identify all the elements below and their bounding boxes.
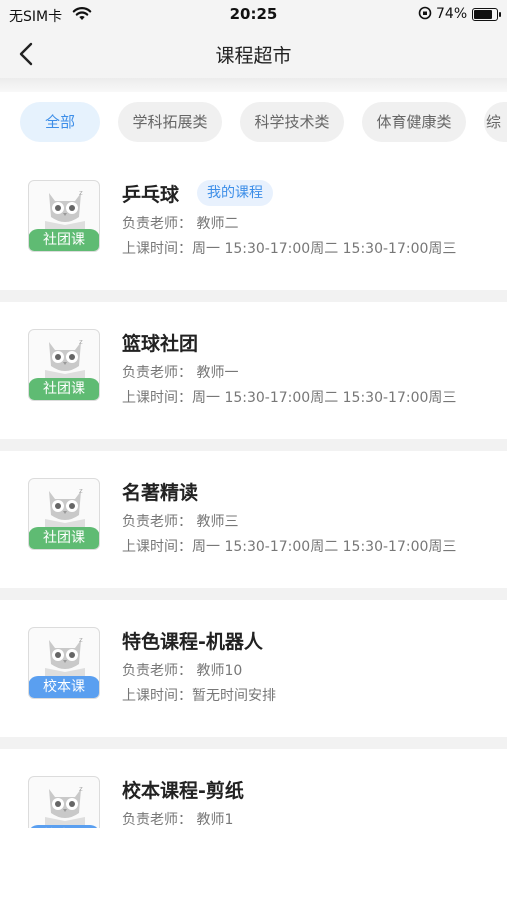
course-thumbnail: z 校本课 (28, 627, 100, 699)
teacher-label: 负责老师： (122, 514, 192, 530)
schedule-label: 上课时间： (122, 539, 192, 555)
course-name: 篮球社团 (122, 333, 199, 355)
course-card[interactable]: z 校本课 特色课程-机器人 负责老师： 教师10 上课时间：暂无时间安排 (0, 605, 507, 737)
tab-all[interactable]: 全部 (20, 102, 100, 142)
course-schedule: 上课时间：周一 15:30-17:00周二 15:30-17:00周三 (122, 387, 502, 407)
course-type-tag: 社团课 (29, 527, 99, 549)
tab-comprehensive[interactable]: 综 (484, 102, 507, 142)
course-teacher: 负责老师： 教师一 (122, 362, 238, 382)
teacher-name: 教师三 (196, 514, 239, 530)
course-thumbnail: z 社团课 (28, 478, 100, 550)
course-schedule: 上课时间：周一 15:30-17:00周二 15:30-17:00周三 (122, 536, 502, 556)
schedule-value: 周一 15:30-17:00周二 15:30-17:00周三 (192, 539, 457, 555)
battery-level (474, 10, 492, 19)
teacher-label: 负责老师： (122, 812, 192, 828)
card-separator (0, 737, 507, 749)
course-name: 乒乓球 (122, 184, 180, 206)
card-separator (0, 588, 507, 600)
teacher-name: 教师一 (196, 365, 239, 381)
list-bottom-area (0, 828, 507, 900)
nav-bar: 课程超市 (0, 30, 507, 78)
course-name: 特色课程-机器人 (122, 631, 263, 653)
card-separator (0, 290, 507, 302)
tab-science-technology[interactable]: 科学技术类 (240, 102, 344, 142)
course-schedule: 上课时间：周一 15:30-17:00周二 15:30-17:00周三 (122, 238, 502, 258)
teacher-label: 负责老师： (122, 365, 192, 381)
tab-sports-health[interactable]: 体育健康类 (362, 102, 466, 142)
schedule-label: 上课时间： (122, 241, 192, 257)
category-tabs: 全部 学科拓展类 科学技术类 体育健康类 综 (0, 92, 507, 154)
teacher-name: 教师10 (196, 663, 243, 679)
battery-percent: 74% (436, 6, 468, 22)
course-card[interactable]: z 社团课 名著精读 负责老师： 教师三 上课时间：周一 15:30-17:00周二 … (0, 456, 507, 588)
course-name: 校本课程-剪纸 (122, 780, 244, 802)
orientation-lock-icon (418, 6, 432, 23)
course-teacher: 负责老师： 教师三 (122, 511, 238, 531)
status-bar: 无SIM卡 20:25 74% (0, 0, 507, 30)
teacher-label: 负责老师： (122, 216, 192, 232)
schedule-value: 暂无时间安排 (192, 688, 276, 704)
battery-icon (472, 8, 501, 21)
course-name: 名著精读 (122, 482, 199, 504)
course-thumbnail: z 社团课 (28, 180, 100, 252)
svg-text:z: z (79, 785, 83, 793)
svg-text:z: z (79, 487, 83, 495)
page-title: 课程超市 (215, 45, 292, 67)
course-type-tag: 社团课 (29, 229, 99, 251)
course-card[interactable]: z 社团课 篮球社团 负责老师： 教师一 上课时间：周一 15:30-17:00周二 … (0, 307, 507, 439)
teacher-name: 教师二 (196, 216, 239, 232)
course-teacher: 负责老师： 教师1 (122, 809, 233, 829)
course-thumbnail: z 社团课 (28, 329, 100, 401)
course-schedule: 上课时间：暂无时间安排 (122, 685, 502, 705)
schedule-value: 周一 15:30-17:00周二 15:30-17:00周三 (192, 390, 457, 406)
my-course-badge: 我的课程 (197, 180, 273, 206)
course-teacher: 负责老师： 教师二 (122, 213, 238, 233)
tab-subject-extension[interactable]: 学科拓展类 (118, 102, 222, 142)
svg-text:z: z (79, 338, 83, 346)
course-card[interactable]: z 社团课 乒乓球 我的课程 负责老师： 教师二 上课时间：周一 15:30-17:00… (0, 158, 507, 290)
header-shadow (0, 78, 507, 92)
schedule-label: 上课时间： (122, 688, 192, 704)
schedule-value: 周一 15:30-17:00周二 15:30-17:00周三 (192, 241, 457, 257)
card-separator (0, 439, 507, 451)
schedule-label: 上课时间： (122, 390, 192, 406)
course-type-tag: 社团课 (29, 378, 99, 400)
svg-text:z: z (79, 189, 83, 197)
svg-text:z: z (79, 636, 83, 644)
course-teacher: 负责老师： 教师10 (122, 660, 242, 680)
teacher-name: 教师1 (196, 812, 234, 828)
course-type-tag: 校本课 (29, 676, 99, 698)
teacher-label: 负责老师： (122, 663, 192, 679)
